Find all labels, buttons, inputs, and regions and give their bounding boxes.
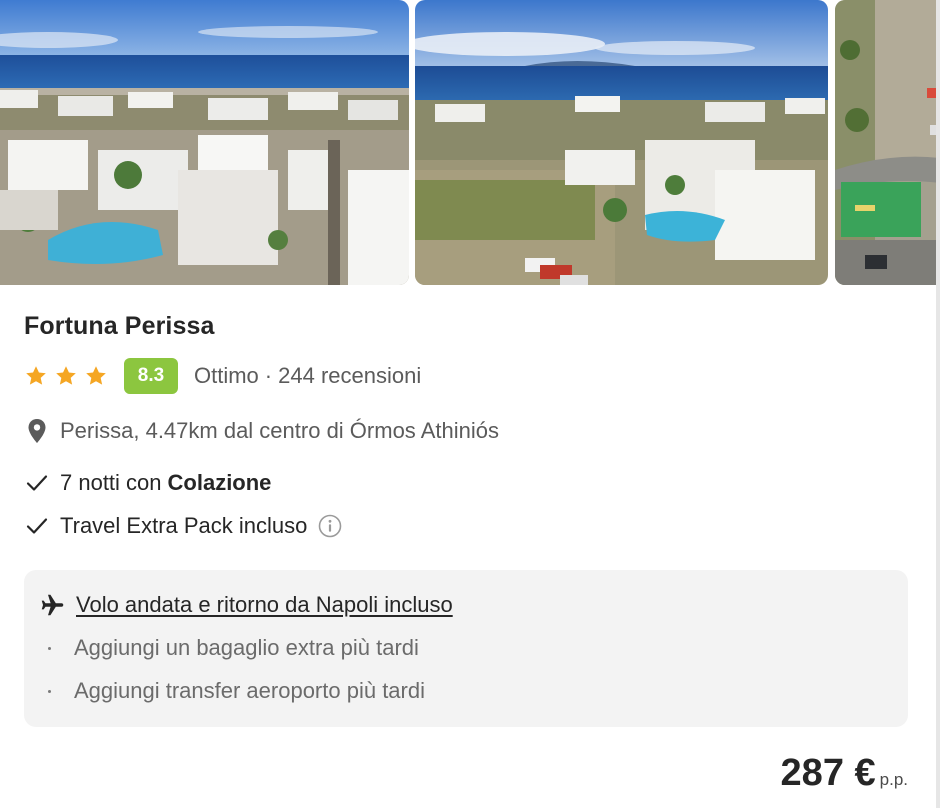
separator-dot: · [264,363,273,388]
rating-label: Ottimo [194,363,259,388]
extra-pack-text: Travel Extra Pack incluso [60,513,308,538]
price-per-person: p.p. [879,770,908,789]
hotel-name[interactable]: Fortuna Perissa [24,312,214,341]
plane-icon [41,594,64,616]
check-icon [26,475,48,491]
photo-gallery[interactable] [0,0,940,285]
review-count[interactable]: 244 recensioni [278,363,421,388]
location-text: Perissa, 4.47km dal centro di Órmos Athi… [60,418,499,443]
info-icon[interactable] [318,514,342,538]
score-badge: 8.3 [124,358,178,394]
board-type: Colazione [167,470,272,495]
check-icon [26,518,48,534]
location-pin-icon [28,419,46,443]
add-baggage-text: Aggiungi un bagaglio extra più tardi [74,635,419,660]
flight-info-box: Volo andata e ritorno da Napoli incluso … [24,570,908,727]
star-icon [86,366,106,385]
flight-header: Volo andata e ritorno da Napoli incluso [40,592,453,618]
hotel-location: Perissa, 4.47km dal centro di Órmos Athi… [26,418,499,444]
rating-summary[interactable]: Ottimo · 244 recensioni [194,363,421,389]
add-baggage-option: Aggiungi un bagaglio extra più tardi [48,635,419,661]
hotel-card[interactable]: Fortuna Perissa 8.3 Ottimo · 244 recension… [0,0,940,808]
flight-details-link[interactable]: Volo andata e ritorno da Napoli incluso [76,592,453,618]
feature-nights-board: 7 notti con Colazione [26,470,271,496]
hotel-photo-3[interactable] [835,0,940,285]
hotel-photo-2[interactable] [415,0,828,285]
bullet-dot [48,689,51,693]
star-rating [24,364,108,388]
hotel-photo-1[interactable] [0,0,409,285]
star-icon [26,366,46,385]
price-block: 287 € p.p. [781,752,908,795]
feature-extra-pack: Travel Extra Pack incluso [26,513,342,539]
bullet-dot [48,646,51,650]
price-amount: 287 € [780,752,876,794]
nights-text: 7 notti con [60,470,162,495]
card-edge [936,0,940,808]
rating-row: 8.3 Ottimo · 244 recensioni [24,358,421,394]
add-transfer-option: Aggiungi transfer aeroporto più tardi [48,678,425,704]
star-icon [56,366,76,385]
add-transfer-text: Aggiungi transfer aeroporto più tardi [74,678,425,703]
